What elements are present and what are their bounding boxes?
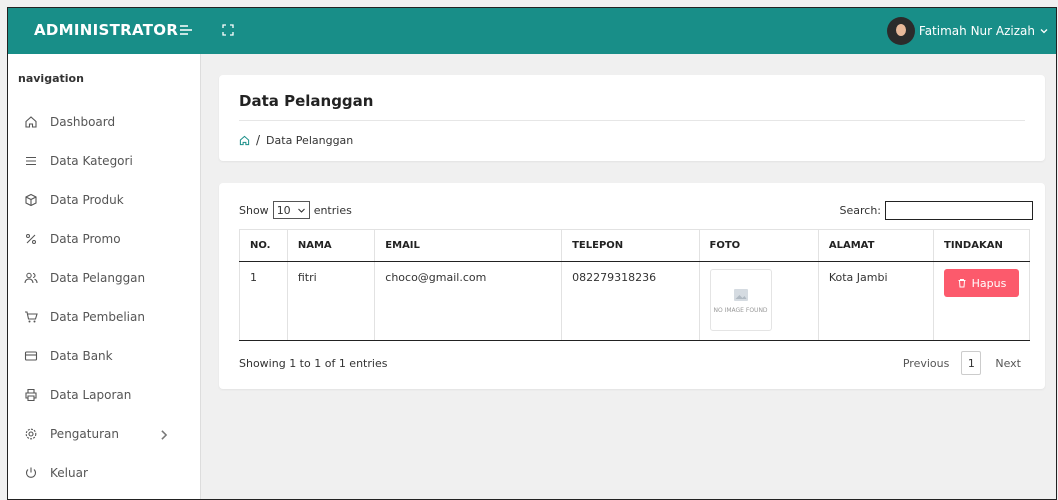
printer-icon <box>25 388 37 401</box>
trash-icon <box>958 279 966 288</box>
column-header[interactable]: ALAMAT <box>817 229 934 262</box>
column-header[interactable]: TELEPON <box>561 229 700 262</box>
nav-title: navigation <box>18 72 84 85</box>
user-name: Fatimah Nur Azizah <box>918 24 1035 38</box>
chevron-down-icon <box>297 208 305 213</box>
entries-select[interactable]: 10 <box>272 201 310 219</box>
sidebar-item-label: Data Bank <box>50 348 113 363</box>
card-icon <box>24 350 38 361</box>
fullscreen-icon[interactable] <box>222 24 234 36</box>
search-input[interactable] <box>885 201 1033 220</box>
sidebar-item-data-promo[interactable]: Data Promo <box>8 219 201 258</box>
table-card: Show 10 entries Search: NO. NAMA EMAIL T… <box>219 183 1045 389</box>
box-icon <box>25 193 37 206</box>
cell-alamat: Kota Jambi <box>817 261 934 341</box>
pagination: Previous 1 Next <box>903 351 1021 375</box>
home-icon[interactable] <box>239 135 250 146</box>
sidebar-item-data-pembelian[interactable]: Data Pembelian <box>8 297 201 336</box>
sidebar: navigation Dashboard Data Kategori Data … <box>8 54 201 499</box>
sidebar-item-label: Data Laporan <box>50 387 132 402</box>
app-frame: ADMINISTRATOR Fatimah Nur Azizah navigat… <box>7 7 1057 500</box>
sidebar-item-data-pelanggan[interactable]: Data Pelanggan <box>8 258 201 297</box>
chevron-down-icon <box>1040 29 1048 34</box>
column-header[interactable]: FOTO <box>698 229 819 262</box>
table-info: Showing 1 to 1 of 1 entries <box>239 357 388 370</box>
cell-email: choco@gmail.com <box>374 261 562 341</box>
entries-control: Show 10 entries <box>239 201 352 219</box>
column-header[interactable]: NAMA <box>286 229 375 262</box>
previous-button[interactable]: Previous <box>903 357 950 370</box>
no-image-text: NO IMAGE FOUND <box>713 307 768 314</box>
search-control: Search: <box>839 201 1033 220</box>
sidebar-item-label: Keluar <box>50 465 88 480</box>
cell-foto: NO IMAGE FOUND <box>698 261 819 341</box>
sidebar-item-data-laporan[interactable]: Data Laporan <box>8 375 201 414</box>
table-row: 1 fitri choco@gmail.com 082279318236 NO … <box>239 261 1030 341</box>
column-header[interactable]: EMAIL <box>374 229 562 262</box>
sidebar-item-data-produk[interactable]: Data Produk <box>8 180 201 219</box>
top-navbar: ADMINISTRATOR Fatimah Nur Azizah <box>8 8 1056 54</box>
page-header-card: Data Pelanggan / Data Pelanggan <box>219 75 1045 161</box>
sidebar-item-label: Data Pelanggan <box>50 270 146 285</box>
cell-telepon: 082279318236 <box>561 261 700 341</box>
users-icon <box>24 272 38 283</box>
sidebar-item-data-bank[interactable]: Data Bank <box>8 336 201 375</box>
list-icon <box>26 156 36 165</box>
sidebar-item-label: Pengaturan <box>50 426 119 441</box>
brand-logo[interactable]: ADMINISTRATOR <box>34 21 178 39</box>
page-title: Data Pelanggan <box>239 92 374 110</box>
sidebar-item-pengaturan[interactable]: Pengaturan <box>8 414 201 453</box>
breadcrumb-current: Data Pelanggan <box>266 133 354 147</box>
customer-table: NO. NAMA EMAIL TELEPON FOTO ALAMAT TINDA… <box>239 229 1030 341</box>
avatar <box>886 17 915 45</box>
no-image-thumbnail: NO IMAGE FOUND <box>709 269 772 331</box>
sidebar-item-label: Data Kategori <box>50 153 133 168</box>
cell-tindakan: Hapus <box>933 261 1030 341</box>
page-button[interactable]: 1 <box>961 351 982 375</box>
next-button[interactable]: Next <box>995 357 1021 370</box>
column-header[interactable]: NO. <box>239 229 288 262</box>
sidebar-item-label: Data Produk <box>50 192 124 207</box>
sidebar-item-label: Data Promo <box>50 231 121 246</box>
home-icon <box>25 115 37 128</box>
sidebar-item-dashboard[interactable]: Dashboard <box>8 102 201 141</box>
column-header[interactable]: TINDAKAN <box>933 229 1030 262</box>
image-placeholder-icon <box>733 289 748 301</box>
sidebar-item-data-kategori[interactable]: Data Kategori <box>8 141 201 180</box>
percent-icon <box>26 233 36 244</box>
search-label: Search: <box>839 204 882 217</box>
cell-nama: fitri <box>286 261 375 341</box>
user-menu[interactable]: Fatimah Nur Azizah <box>886 17 1048 45</box>
sidebar-item-label: Data Pembelian <box>50 309 145 324</box>
gear-icon <box>25 428 37 439</box>
sidebar-item-label: Dashboard <box>50 114 116 129</box>
cart-icon <box>25 310 38 322</box>
delete-button[interactable]: Hapus <box>944 269 1019 297</box>
menu-toggle-icon[interactable] <box>178 22 194 38</box>
power-icon <box>25 467 37 478</box>
chevron-right-icon <box>161 430 168 440</box>
sidebar-item-keluar[interactable]: Keluar <box>8 453 201 492</box>
cell-no: 1 <box>239 261 288 341</box>
breadcrumb: / Data Pelanggan <box>239 133 353 147</box>
